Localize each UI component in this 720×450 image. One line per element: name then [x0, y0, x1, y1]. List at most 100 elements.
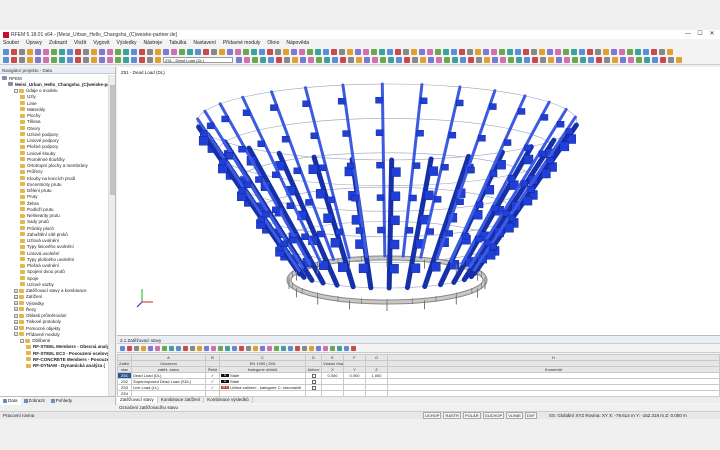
toolbar-tool-icon[interactable] [492, 57, 498, 63]
toolbar-tool-icon[interactable] [284, 57, 290, 63]
toolbar-tool-icon[interactable] [267, 345, 272, 351]
toolbar-tool-icon[interactable] [190, 345, 195, 351]
menu-nastaveni[interactable]: Nastavení [193, 40, 216, 46]
structure-3d-model[interactable] [117, 67, 720, 336]
toolbar-tool-icon[interactable] [635, 48, 641, 55]
toolbar-tool-icon[interactable] [244, 57, 250, 63]
toolbar-tool-icon[interactable] [332, 57, 338, 63]
toolbar-tool-icon[interactable] [571, 48, 577, 55]
toolbar-tool-icon[interactable] [588, 57, 594, 63]
tree-node[interactable]: RF-DYNAM - Dynamická analýza ( [0, 363, 108, 369]
toolbar-tool-icon[interactable] [337, 345, 342, 351]
toolbar-tool-icon[interactable] [612, 57, 618, 63]
tab-zobrazit[interactable]: Zobrazit [21, 397, 48, 405]
menu-upravy[interactable]: Úpravy [26, 40, 42, 46]
toolbar-tool-icon[interactable] [555, 48, 561, 55]
guideline-button[interactable]: VLINIE [506, 412, 523, 419]
menu-okno[interactable]: Okno [267, 40, 279, 46]
toolbar-tool-icon[interactable] [452, 57, 458, 63]
toolbar-tool-icon[interactable] [139, 57, 145, 63]
tab-data[interactable]: Data [0, 397, 21, 405]
toolbar-tool-icon[interactable] [67, 57, 73, 63]
expand-toggle-icon[interactable]: + [14, 307, 18, 312]
toolbar-tool-icon[interactable] [363, 48, 369, 55]
navigator-scrollbar[interactable] [108, 75, 115, 397]
toolbar-tool-icon[interactable] [268, 57, 274, 63]
toolbar-tool-icon[interactable] [171, 48, 177, 55]
toolbar-tool-icon[interactable] [91, 48, 97, 55]
toolbar-tool-icon[interactable] [267, 48, 273, 55]
toolbar-tool-icon[interactable] [75, 48, 81, 55]
toolbar-tool-icon[interactable] [283, 48, 289, 55]
tab-pohledy[interactable]: Pohledy [48, 397, 75, 405]
toolbar-tool-icon[interactable] [620, 57, 626, 63]
toolbar-tool-icon[interactable] [403, 48, 409, 55]
toolbar-tool-icon[interactable] [371, 48, 377, 55]
toolbar-tool-icon[interactable] [355, 48, 361, 55]
close-button[interactable]: ✕ [706, 30, 718, 39]
toolbar-tool-icon[interactable] [331, 48, 337, 55]
tab-load-combinations[interactable]: Kombinace zatížení [158, 397, 205, 403]
toolbar-tool-icon[interactable] [316, 57, 322, 63]
toolbar-tool-icon[interactable] [323, 48, 329, 55]
toolbar-tool-icon[interactable] [19, 48, 25, 55]
toolbar-tool-icon[interactable] [644, 57, 650, 63]
toolbar-tool-icon[interactable] [627, 48, 633, 55]
toolbar-tool-icon[interactable] [75, 57, 81, 63]
toolbar-tool-icon[interactable] [444, 57, 450, 63]
toolbar-tool-icon[interactable] [443, 48, 449, 55]
toolbar-tool-icon[interactable] [436, 57, 442, 63]
scrollbar-thumb[interactable] [110, 85, 115, 195]
toolbar-tool-icon[interactable] [667, 48, 673, 55]
menu-zobrazit[interactable]: Zobrazit [49, 40, 67, 46]
toolbar-tool-icon[interactable] [302, 345, 307, 351]
toolbar-tool-icon[interactable] [643, 48, 649, 55]
toolbar-tool-icon[interactable] [246, 345, 251, 351]
toolbar-tool-icon[interactable] [507, 48, 513, 55]
toolbar-tool-icon[interactable] [211, 48, 217, 55]
toolbar-tool-icon[interactable] [147, 48, 153, 55]
toolbar-tool-icon[interactable] [11, 57, 17, 63]
toolbar-tool-icon[interactable] [155, 57, 161, 63]
toolbar-tool-icon[interactable] [396, 57, 402, 63]
toolbar-tool-icon[interactable] [324, 57, 330, 63]
toolbar-tool-icon[interactable] [491, 48, 497, 55]
toolbar-tool-icon[interactable] [235, 48, 241, 55]
toolbar-tool-icon[interactable] [380, 57, 386, 63]
toolbar-tool-icon[interactable] [660, 57, 666, 63]
toolbar-tool-icon[interactable] [91, 57, 97, 63]
toolbar-tool-icon[interactable] [131, 57, 137, 63]
toolbar-tool-icon[interactable] [204, 345, 209, 351]
toolbar-tool-icon[interactable] [260, 345, 265, 351]
menu-vlozit[interactable]: Vložit [74, 40, 86, 46]
toolbar-tool-icon[interactable] [295, 345, 300, 351]
toolbar-tool-icon[interactable] [564, 57, 570, 63]
snap-button[interactable]: UCHOP [423, 412, 442, 419]
toolbar-tool-icon[interactable] [475, 48, 481, 55]
toolbar-tool-icon[interactable] [131, 48, 137, 55]
expand-toggle-icon[interactable]: − [14, 332, 18, 337]
toolbar-tool-icon[interactable] [3, 48, 9, 55]
toolbar-tool-icon[interactable] [668, 57, 674, 63]
toolbar-tool-icon[interactable] [308, 57, 314, 63]
toolbar-tool-icon[interactable] [123, 48, 129, 55]
minimize-button[interactable]: — [682, 30, 694, 39]
toolbar-tool-icon[interactable] [134, 345, 139, 351]
polar-button[interactable]: POLÁR [463, 412, 481, 419]
toolbar-tool-icon[interactable] [276, 57, 282, 63]
toolbar-tool-icon[interactable] [636, 57, 642, 63]
menu-pridavne-moduly[interactable]: Přídavné moduly [223, 40, 261, 46]
toolbar-tool-icon[interactable] [532, 57, 538, 63]
toolbar-tool-icon[interactable] [572, 57, 578, 63]
toolbar-tool-icon[interactable] [51, 57, 57, 63]
toolbar-tool-icon[interactable] [163, 48, 169, 55]
toolbar-tool-icon[interactable] [508, 57, 514, 63]
toolbar-tool-icon[interactable] [347, 48, 353, 55]
tree-node[interactable]: Meisi_Urban_Hello_Changsha_(C)weiske-par [0, 81, 108, 87]
toolbar-tool-icon[interactable] [107, 57, 113, 63]
toolbar-tool-icon[interactable] [579, 48, 585, 55]
toolbar-tool-icon[interactable] [515, 48, 521, 55]
toolbar-tool-icon[interactable] [547, 48, 553, 55]
toolbar-tool-icon[interactable] [676, 57, 682, 63]
toolbar-tool-icon[interactable] [395, 48, 401, 55]
